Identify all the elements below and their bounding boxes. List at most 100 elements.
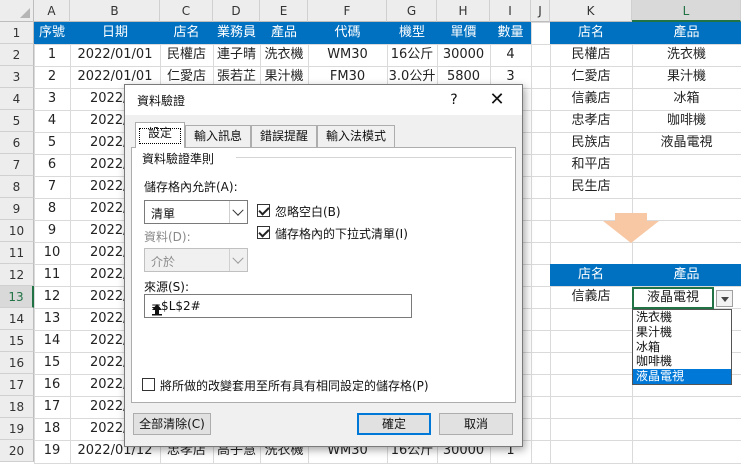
row-header-5[interactable]: 5 [0,110,34,132]
product-selected-cell[interactable]: 液晶電視 [632,287,714,309]
form-store-cell[interactable]: 信義店 [550,286,632,308]
column-header-I[interactable]: I [490,0,531,22]
lookup-product-cell[interactable]: 液晶電視 [632,132,741,154]
column-header-A[interactable]: A [34,0,70,22]
table-header-cell[interactable]: 業務員 [213,22,260,44]
column-header-L[interactable]: L [632,0,741,22]
clear-all-button[interactable]: 全部清除(C) [133,413,211,435]
row-header-16[interactable]: 16 [0,352,34,374]
table-cell[interactable]: 16 [34,374,70,396]
row-header-13[interactable]: 13 [0,286,34,308]
row-header-4[interactable]: 4 [0,88,34,110]
lookup-product-cell[interactable]: 洗衣機 [632,44,741,66]
column-header-E[interactable]: E [260,0,308,22]
row-header-15[interactable]: 15 [0,330,34,352]
column-header-C[interactable]: C [160,0,213,22]
column-header-D[interactable]: D [213,0,260,22]
close-icon[interactable]: ✕ [477,87,517,113]
table-cell[interactable]: 3 [34,88,70,110]
in-cell-dropdown-checkbox[interactable] [257,226,270,239]
table-cell[interactable]: 4 [490,44,531,66]
table-cell[interactable]: 5 [34,132,70,154]
table-cell[interactable]: WM30 [308,44,387,66]
lookup-product-cell[interactable]: 咖啡機 [632,110,741,132]
table-cell[interactable]: 15 [34,352,70,374]
tab-input-message[interactable]: 輸入訊息 [185,125,251,147]
row-header-6[interactable]: 6 [0,132,34,154]
ignore-blank-checkbox[interactable] [257,204,270,217]
row-header-17[interactable]: 17 [0,374,34,396]
lookup-store-cell[interactable]: 仁愛店 [550,66,632,88]
column-header-F[interactable]: F [308,0,387,22]
dropdown-option[interactable]: 咖啡機 [633,354,731,369]
table-cell[interactable]: 13 [34,308,70,330]
dropdown-option[interactable]: 冰箱 [633,340,731,355]
tab-ime-mode[interactable]: 輸入法模式 [317,125,395,147]
column-header-K[interactable]: K [550,0,632,22]
table-header-cell[interactable]: 代碼 [308,22,387,44]
table-header-cell[interactable]: 日期 [70,22,160,44]
table-cell[interactable]: 2 [34,66,70,88]
dropdown-arrow-button[interactable] [716,290,733,307]
row-header-3[interactable]: 3 [0,66,34,88]
row-header-12[interactable]: 12 [0,264,34,286]
table-header-cell[interactable]: 產品 [260,22,308,44]
range-select-icon[interactable] [151,299,163,319]
in-cell-dropdown-label[interactable]: 儲存格內的下拉式清單(I) [275,225,408,242]
table-header-cell[interactable]: 單價 [437,22,490,44]
dropdown-list[interactable]: 洗衣機 果汁機 冰箱 咖啡機 液晶電視 [632,309,732,385]
table-cell[interactable]: 18 [34,418,70,440]
table-cell[interactable]: 14 [34,330,70,352]
form-header-store[interactable]: 店名 [550,264,632,286]
lookup-header-store[interactable]: 店名 [550,22,632,44]
help-button[interactable]: ? [443,89,465,111]
table-cell[interactable]: 10 [34,242,70,264]
source-input[interactable]: =$L$2# [144,294,412,318]
table-cell[interactable]: 9 [34,220,70,242]
row-header-7[interactable]: 7 [0,154,34,176]
table-cell[interactable]: 17 [34,396,70,418]
row-header-20[interactable]: 20 [0,440,34,462]
lookup-store-cell[interactable]: 民權店 [550,44,632,66]
column-header-G[interactable]: G [387,0,437,22]
column-header-J[interactable]: J [531,0,550,22]
dropdown-option[interactable]: 果汁機 [633,325,731,340]
table-cell[interactable]: 民權店 [160,44,213,66]
dropdown-option[interactable]: 液晶電視 [633,369,731,384]
select-all-corner[interactable] [0,0,34,22]
table-cell[interactable]: 11 [34,264,70,286]
table-cell[interactable]: 2022/01/01 [70,44,160,66]
lookup-store-cell[interactable]: 忠孝店 [550,110,632,132]
row-header-10[interactable]: 10 [0,220,34,242]
row-header-18[interactable]: 18 [0,396,34,418]
table-cell[interactable]: 30000 [437,44,490,66]
table-cell[interactable]: 1 [34,44,70,66]
lookup-store-cell[interactable]: 民生店 [550,176,632,198]
table-header-cell[interactable]: 序號 [34,22,70,44]
lookup-store-cell[interactable]: 信義店 [550,88,632,110]
apply-all-label[interactable]: 將所做的改變套用至所有具有相同設定的儲存格(P) [160,377,429,394]
row-header-19[interactable]: 19 [0,418,34,440]
table-cell[interactable]: 8 [34,198,70,220]
row-header-9[interactable]: 9 [0,198,34,220]
table-header-cell[interactable]: 機型 [387,22,437,44]
table-cell[interactable]: 6 [34,154,70,176]
lookup-header-product[interactable]: 產品 [632,22,741,44]
dropdown-option[interactable]: 洗衣機 [633,310,731,325]
lookup-product-cell[interactable]: 果汁機 [632,66,741,88]
table-cell[interactable]: 16公斤 [387,44,437,66]
lookup-product-cell[interactable]: 冰箱 [632,88,741,110]
row-header-11[interactable]: 11 [0,242,34,264]
lookup-store-cell[interactable]: 和平店 [550,154,632,176]
row-header-8[interactable]: 8 [0,176,34,198]
row-header-1[interactable]: 1 [0,22,34,44]
row-header-14[interactable]: 14 [0,308,34,330]
table-cell[interactable]: 洗衣機 [260,44,308,66]
ok-button[interactable]: 確定 [357,413,431,435]
table-cell[interactable]: 4 [34,110,70,132]
row-header-2[interactable]: 2 [0,44,34,66]
lookup-store-cell[interactable]: 民族店 [550,132,632,154]
ignore-blank-label[interactable]: 忽略空白(B) [275,203,341,220]
column-header-H[interactable]: H [437,0,490,22]
table-header-cell[interactable]: 店名 [160,22,213,44]
